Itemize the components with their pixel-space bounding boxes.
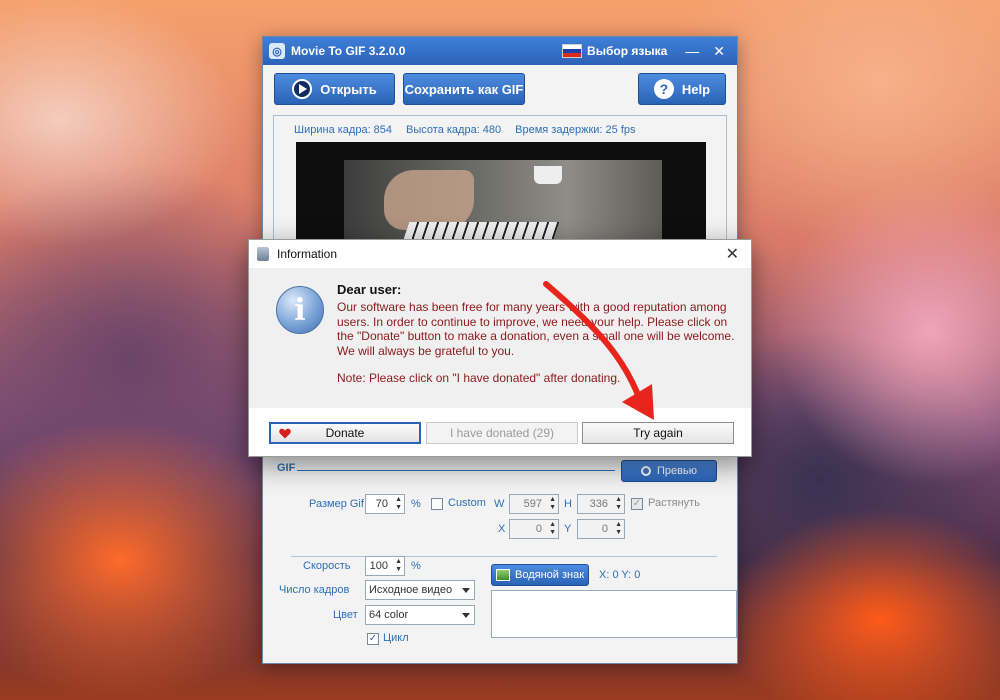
width-stepper[interactable]: 597 ▲ ▼ (509, 494, 559, 514)
frames-label: Число кадров (279, 584, 350, 596)
i-have-donated-button[interactable]: I have donated (29) (426, 422, 578, 444)
x-stepper[interactable]: 0 ▲ ▼ (509, 519, 559, 539)
speed-label: Скорость (303, 560, 351, 572)
color-value: 64 color (369, 609, 409, 621)
frame-delay: Время задержки: 25 fps (515, 124, 636, 136)
information-dialog: Information ✕ i Dear user: Our software … (248, 239, 752, 457)
watermark-button[interactable]: Водяной знак (491, 564, 589, 586)
app-titlebar[interactable]: ◎ Movie To GIF 3.2.0.0 Выбор языка — ✕ (263, 37, 737, 65)
donate-button[interactable]: Donate (269, 422, 421, 444)
app-title: Movie To GIF 3.2.0.0 (291, 44, 406, 58)
language-label: Выбор языка (587, 44, 668, 58)
custom-checkbox[interactable] (431, 498, 443, 510)
color-label: Цвет (333, 609, 358, 621)
dialog-footer: Donate I have donated (29) Try again (249, 408, 751, 456)
height-stepper[interactable]: 336 ▲ ▼ (577, 494, 625, 514)
gif-size-label: Размер Gif (309, 498, 364, 510)
speed-stepper[interactable]: 100 ▲ ▼ (365, 556, 405, 576)
save-button-label: Сохранить как GIF (404, 81, 524, 97)
dialog-heading: Dear user: (337, 282, 402, 297)
app-logo-icon: ◎ (269, 43, 285, 59)
open-button[interactable]: Открыть (274, 73, 395, 105)
help-icon: ? (653, 79, 674, 99)
language-selector[interactable]: Выбор языка (562, 44, 667, 58)
watermark-text-area[interactable] (491, 590, 737, 638)
russian-flag-icon (562, 44, 583, 58)
donated-label: I have donated (29) (449, 426, 555, 440)
dialog-body: i Dear user: Our software has been free … (249, 268, 751, 408)
video-preview[interactable] (296, 142, 706, 252)
open-button-label: Открыть (320, 81, 377, 97)
frame-height: Высота кадра: 480 (406, 124, 502, 136)
dialog-title: Information (277, 247, 338, 261)
height-value: 336 (589, 498, 608, 510)
watermark-coords: X: 0 Y: 0 (599, 569, 641, 581)
info-icon: i (276, 286, 324, 334)
speed-percent: % (411, 560, 421, 572)
width-label: W (494, 498, 505, 510)
dialog-note: Note: Please click on "I have donated" a… (337, 371, 621, 385)
gif-size-percent: % (411, 498, 421, 510)
y-stepper[interactable]: 0 ▲ ▼ (577, 519, 625, 539)
y-label: Y (564, 523, 572, 535)
x-label: X (498, 523, 506, 535)
preview-label: Превью (657, 465, 697, 477)
stretch-label: Растянуть (648, 497, 700, 509)
loop-checkbox[interactable]: ✓ (367, 633, 379, 645)
dialog-titlebar[interactable]: Information ✕ (249, 240, 751, 268)
custom-label: Custom (448, 497, 486, 509)
dialog-app-icon (257, 247, 269, 261)
gif-settings: GIF Превью Размер Gif 70 ▲ ▼ % Custom W 59… (273, 460, 737, 657)
try-again-label: Try again (633, 426, 683, 440)
y-value: 0 (601, 523, 608, 535)
loop-label: Цикл (383, 632, 409, 644)
frame-width: Ширина кадра: 854 (294, 124, 393, 136)
minimize-icon[interactable]: — (685, 43, 699, 60)
donate-label: Donate (325, 426, 365, 440)
close-icon[interactable]: ✕ (713, 43, 725, 60)
help-button[interactable]: ? Help (638, 73, 726, 105)
image-icon (495, 569, 510, 581)
speed-value: 100 (369, 560, 388, 572)
gif-section-title: GIF (277, 462, 296, 474)
gif-size-stepper[interactable]: 70 ▲ ▼ (365, 494, 405, 514)
toolbar: Открыть Сохранить как GIF ? Help (273, 73, 727, 107)
x-value: 0 (535, 523, 542, 535)
frames-value: Исходное видео (369, 584, 453, 596)
preview-button[interactable]: Превью (621, 460, 717, 482)
dialog-message: Our software has been free for many year… (337, 300, 735, 358)
play-icon (292, 79, 313, 99)
gif-size-value: 70 (375, 498, 388, 510)
chevron-down-icon (462, 588, 470, 593)
dialog-close-icon[interactable]: ✕ (722, 244, 743, 264)
help-button-label: Help (681, 81, 711, 97)
watermark-label: Водяной знак (514, 569, 585, 581)
frames-select[interactable]: Исходное видео (365, 580, 475, 600)
heart-icon (279, 428, 291, 439)
stretch-checkbox[interactable]: ✓ (631, 498, 643, 510)
try-again-button[interactable]: Try again (582, 422, 734, 444)
height-label: H (564, 498, 572, 510)
save-as-gif-button[interactable]: Сохранить как GIF (403, 73, 525, 105)
width-value: 597 (523, 498, 542, 510)
color-select[interactable]: 64 color (365, 605, 475, 625)
magnifier-icon (641, 466, 652, 476)
chevron-down-icon (462, 613, 470, 618)
